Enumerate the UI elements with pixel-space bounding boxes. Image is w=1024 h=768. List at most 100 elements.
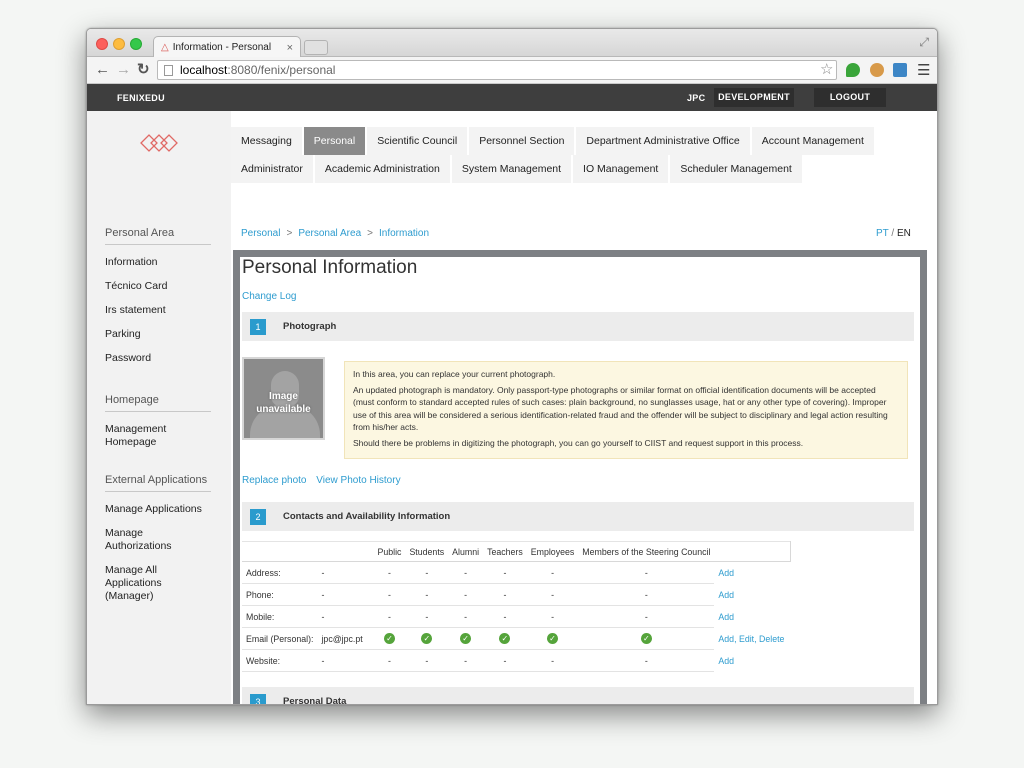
- visibility-cell: -: [578, 583, 715, 606]
- visibility-cell: -: [483, 649, 527, 672]
- sidebar-heading: Homepage: [105, 394, 211, 412]
- menu-item-account-management[interactable]: Account Management: [751, 127, 876, 155]
- extension-leaf-icon[interactable]: [846, 63, 860, 77]
- minimize-window-button[interactable]: [113, 38, 125, 50]
- breadcrumb-separator: >: [367, 228, 373, 239]
- add-contact-link[interactable]: Add: [718, 590, 734, 600]
- logout-button[interactable]: LOGOUT: [814, 88, 886, 107]
- close-window-button[interactable]: [96, 38, 108, 50]
- image-unavailable-label: Image unavailable: [244, 390, 323, 416]
- tab-close-icon[interactable]: ×: [287, 42, 293, 54]
- column-header-empty: [242, 541, 318, 562]
- extension-cookie-icon[interactable]: [870, 63, 884, 77]
- menu-item-personal[interactable]: Personal: [303, 127, 368, 155]
- sidebar-item-parking[interactable]: Parking: [105, 328, 211, 341]
- check-circle-icon: ✓: [421, 633, 433, 644]
- sidebar-item-manage-all-applications[interactable]: Manage All Applications (Manager): [105, 564, 211, 603]
- table-row: Address: - - - - - - - Add: [242, 561, 790, 584]
- main-content: Messaging Personal Scientific Council Pe…: [231, 111, 937, 705]
- menu-item-io-management[interactable]: IO Management: [573, 155, 671, 183]
- visibility-cell: -: [405, 561, 449, 584]
- table-row: Website: - - - - - - - Add: [242, 649, 790, 672]
- top-menu-row-1: Messaging Personal Scientific Council Pe…: [231, 127, 876, 155]
- visibility-cell: -: [448, 649, 484, 672]
- new-tab-button[interactable]: [304, 40, 328, 55]
- fullscreen-icon[interactable]: ⤢: [919, 35, 929, 50]
- visibility-cell: -: [448, 583, 484, 606]
- brand-name[interactable]: FENIXEDU: [117, 93, 165, 103]
- reload-icon[interactable]: ↻: [137, 60, 150, 80]
- user-name[interactable]: JPC: [687, 93, 705, 103]
- menu-item-system-management[interactable]: System Management: [451, 155, 574, 183]
- visibility-cell: -: [373, 649, 406, 672]
- visibility-cell: -: [448, 561, 484, 584]
- menu-item-scheduler-management[interactable]: Scheduler Management: [670, 155, 804, 183]
- extension-screen-icon[interactable]: [893, 63, 907, 77]
- visibility-cell: -: [373, 605, 406, 628]
- check-circle-icon: ✓: [460, 633, 472, 644]
- sidebar-item-tecnico-card[interactable]: Técnico Card: [105, 280, 211, 293]
- add-contact-link[interactable]: Add: [718, 568, 734, 578]
- check-circle-icon: ✓: [383, 633, 395, 644]
- visibility-cell: ✓: [578, 627, 715, 650]
- development-button[interactable]: DEVELOPMENT: [714, 88, 794, 107]
- breadcrumb-information[interactable]: Information: [379, 228, 429, 239]
- sidebar-item-manage-authorizations[interactable]: Manage Authorizations: [105, 527, 211, 553]
- row-actions: Add: [714, 606, 790, 628]
- address-bar[interactable]: localhost:8080/fenix/personal: [157, 60, 837, 80]
- sidebar-item-information[interactable]: Information: [105, 256, 211, 269]
- contact-value: jpc@jpc.pt: [317, 627, 374, 650]
- hamburger-menu-icon[interactable]: ☰: [917, 61, 930, 79]
- edit-contact-link[interactable]: Edit: [739, 634, 754, 644]
- menu-item-scientific-council[interactable]: Scientific Council: [367, 127, 470, 155]
- change-log-link[interactable]: Change Log: [242, 291, 297, 302]
- section-contacts-header: 2 Contacts and Availability Information: [242, 502, 914, 531]
- sidebar-item-irs-statement[interactable]: Irs statement: [105, 304, 211, 317]
- zoom-window-button[interactable]: [130, 38, 142, 50]
- menu-item-department-administrative-office[interactable]: Department Administrative Office: [576, 127, 752, 155]
- content-panel: Personal Information Change Log 1 Photog…: [233, 250, 927, 705]
- column-header-alumni: Alumni: [448, 541, 484, 562]
- sidebar-item-manage-applications[interactable]: Manage Applications: [105, 503, 211, 516]
- photo-placeholder: Image unavailable: [242, 357, 325, 440]
- add-contact-link[interactable]: Add: [718, 612, 734, 622]
- breadcrumb: Personal > Personal Area > Information: [241, 228, 429, 239]
- breadcrumb-personal-area[interactable]: Personal Area: [298, 228, 361, 239]
- replace-photo-link[interactable]: Replace photo: [242, 475, 307, 486]
- menu-item-personnel-section[interactable]: Personnel Section: [469, 127, 577, 155]
- browser-toolbar: ← → ↻ localhost:8080/fenix/personal ☆ ☰: [87, 57, 937, 84]
- browser-window: △ Information - Personal × ⤢ ← → ↻ local…: [86, 28, 938, 705]
- table-row: Mobile: - - - - - - - Add: [242, 605, 790, 628]
- star-icon[interactable]: ☆: [820, 60, 833, 78]
- sidebar-item-management-homepage[interactable]: Management Homepage: [105, 423, 181, 449]
- sidebar-section-external-applications: External Applications Manage Application…: [105, 474, 211, 603]
- visibility-cell: -: [578, 649, 715, 672]
- add-contact-link[interactable]: Add: [718, 634, 734, 644]
- contact-type-label: Phone:: [242, 583, 318, 606]
- menu-item-academic-administration[interactable]: Academic Administration: [314, 155, 452, 183]
- image-unavailable-line1: Image: [269, 391, 298, 402]
- browser-tab-bar: △ Information - Personal × ⤢: [87, 29, 937, 58]
- section-number-badge: 2: [250, 509, 266, 525]
- logo-icon[interactable]: [139, 133, 179, 153]
- section-number-badge: 1: [250, 319, 266, 335]
- sidebar-item-password[interactable]: Password: [105, 352, 211, 365]
- page-icon: [164, 64, 173, 76]
- forward-arrow-icon[interactable]: →: [116, 60, 131, 80]
- breadcrumb-personal[interactable]: Personal: [241, 228, 280, 239]
- delete-contact-link[interactable]: Delete: [759, 634, 784, 644]
- menu-item-administrator[interactable]: Administrator: [231, 155, 315, 183]
- photo-notice-box: In this area, you can replace your curre…: [344, 361, 908, 459]
- row-actions: Add: [714, 650, 790, 672]
- contacts-table-body: Address: - - - - - - - Add Phone: - - - - - - - Add Mobile…: [242, 561, 790, 672]
- section-title: Personal Data: [283, 696, 347, 705]
- page-title: Personal Information: [242, 257, 418, 278]
- menu-item-messaging[interactable]: Messaging: [231, 127, 304, 155]
- lang-pt-link[interactable]: PT: [876, 228, 889, 239]
- url-path: :8080/fenix/personal: [227, 63, 336, 77]
- add-contact-link[interactable]: Add: [718, 656, 734, 666]
- back-arrow-icon[interactable]: ←: [95, 60, 110, 80]
- view-photo-history-link[interactable]: View Photo History: [316, 475, 400, 486]
- browser-tab[interactable]: △ Information - Personal ×: [153, 36, 301, 58]
- lang-separator: /: [891, 228, 895, 239]
